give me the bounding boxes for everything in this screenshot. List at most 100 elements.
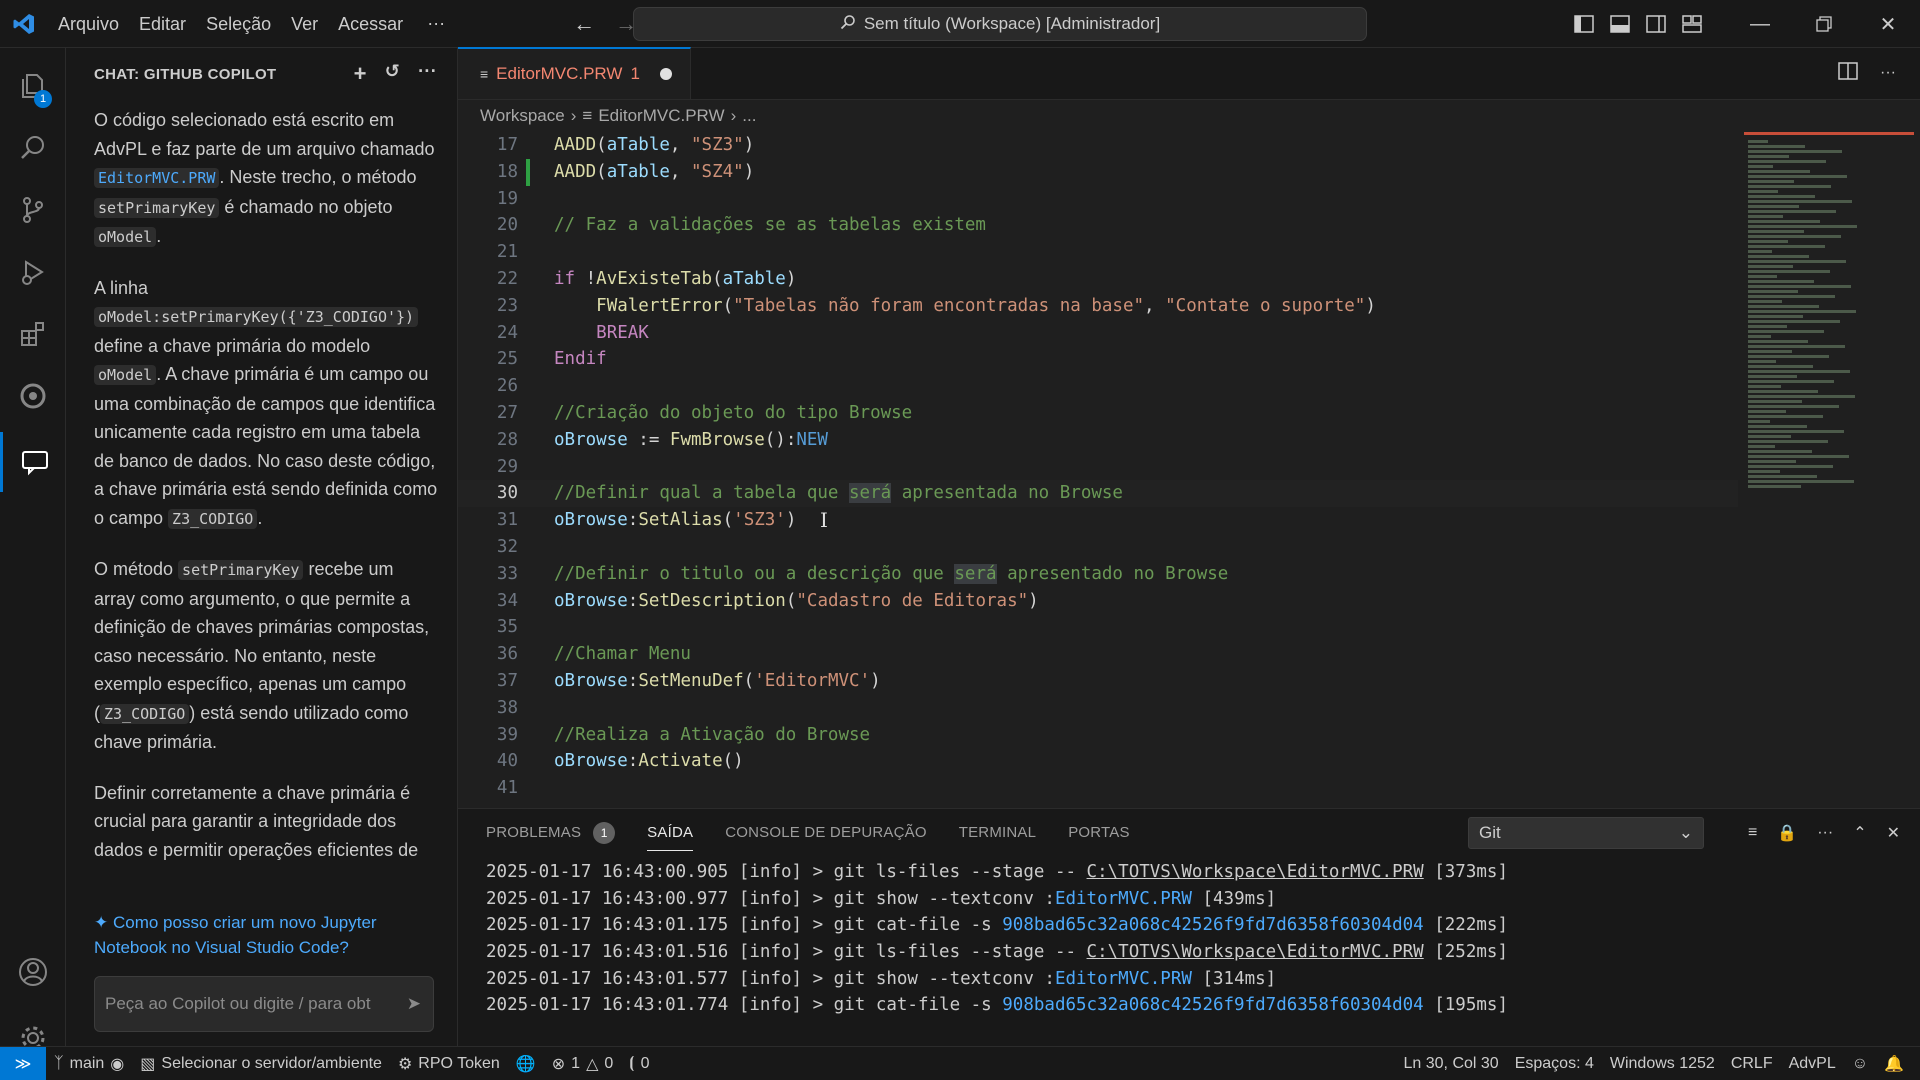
close-window-icon[interactable]: ✕ [1856,0,1920,48]
code-line[interactable]: 34 oBrowse:SetDescription("Cadastro de Ed… [458,588,1738,615]
notifications-icon[interactable]: 🔔 [1876,1054,1920,1074]
account-icon[interactable] [0,942,66,1002]
code-line[interactable]: 36 //Chamar Menu [458,641,1738,668]
tab-ports[interactable]: PORTAS [1068,809,1130,857]
split-editor-icon[interactable] [1838,61,1858,85]
breadcrumb-file[interactable]: EditorMVC.PRW [598,106,724,126]
menu-acessar[interactable]: Acessar [328,0,413,48]
command-center[interactable]: Sem título (Workspace) [Administrador] [633,7,1367,41]
code-line[interactable]: 23 FWalertError("Tabelas não foram encon… [458,293,1738,320]
tab-debug-console[interactable]: CONSOLE DE DEPURAÇÃO [725,809,927,857]
minimap-line [1748,355,1829,358]
extensions-icon[interactable] [0,304,66,364]
breadcrumb-workspace[interactable]: Workspace [480,106,565,126]
menu-editar[interactable]: Editar [129,0,196,48]
breadcrumb-symbol[interactable]: ... [742,106,756,126]
file-reference[interactable]: EditorMVC.PRW [94,168,220,188]
indentation[interactable]: Espaços: 4 [1507,1055,1602,1073]
cursor-position[interactable]: Ln 30, Col 30 [1396,1055,1507,1073]
copilot-icon[interactable]: ☺ [1844,1055,1876,1073]
send-icon[interactable]: ➤ [407,994,433,1014]
totvs-icon[interactable] [0,366,66,426]
toggle-primary-sidebar-icon[interactable] [1566,0,1602,48]
code-line[interactable]: 38 [458,695,1738,722]
output-link[interactable]: 908bad65c32a068c42526f9fd7d6358f60304d04 [1002,995,1423,1015]
menu-arquivo[interactable]: Arquivo [48,0,129,48]
panel-more-icon[interactable]: ··· [1817,824,1833,842]
line-ending[interactable]: CRLF [1723,1055,1781,1073]
chat-input[interactable]: Peça ao Copilot ou digite / para obt ➤ [94,976,434,1032]
output-link[interactable]: 908bad65c32a068c42526f9fd7d6358f60304d04 [1002,915,1423,935]
title-bar: Arquivo Editar Seleção Ver Acessar ··· ←… [0,0,1920,48]
back-arrow-icon[interactable]: ← [563,11,605,37]
problems-status[interactable]: ⊗ 1 △ 0 [544,1054,622,1074]
editor-more-icon[interactable]: ··· [1880,64,1896,82]
minimize-icon[interactable]: — [1728,0,1792,48]
output-path-link[interactable]: C:\TOTVS\Workspace\EditorMVC.PRW [1087,942,1424,962]
code-line[interactable]: 26 [458,373,1738,400]
code-line[interactable]: 40 oBrowse:Activate() [458,748,1738,775]
code-line[interactable]: 29 [458,454,1738,481]
menu-ver[interactable]: Ver [281,0,328,48]
maximize-panel-icon[interactable]: ⌃ [1853,823,1866,843]
unsaved-dot-icon[interactable] [659,68,672,80]
code-line[interactable]: 22 if !AvExisteTab(aTable) [458,266,1738,293]
menu-more-icon[interactable]: ··· [413,13,459,34]
code-line[interactable]: 24 BREAK [458,320,1738,347]
code-line[interactable]: 33 //Definir o titulo ou a descrição que … [458,561,1738,588]
output-link[interactable]: EditorMVC.PRW [1055,969,1192,989]
code-line[interactable]: 37 oBrowse:SetMenuDef('EditorMVC') [458,668,1738,695]
globe-icon[interactable]: 🌐 [508,1054,544,1074]
more-actions-icon[interactable]: ··· [418,61,437,87]
follow-up-suggestion[interactable]: ✦ Como posso criar um novo Jupyter Noteb… [94,910,434,960]
language-mode[interactable]: AdvPL [1781,1055,1844,1073]
explorer-icon[interactable]: 1 [0,56,66,116]
tab-problems[interactable]: PROBLEMAS 1 [486,809,616,857]
minimap[interactable] [1744,132,1914,808]
output-link[interactable]: EditorMVC.PRW [1055,889,1192,909]
code-line[interactable]: 35 [458,614,1738,641]
run-debug-icon[interactable] [0,242,66,302]
search-icon[interactable] [0,118,66,178]
source-control-icon[interactable] [0,180,66,240]
tab-terminal[interactable]: TERMINAL [959,809,1036,857]
new-chat-icon[interactable]: + [354,61,367,87]
ports-status[interactable]: ⦗ 0 [621,1055,657,1073]
minimap-line [1748,150,1842,153]
remote-icon[interactable]: ≫ [0,1046,46,1080]
toggle-secondary-sidebar-icon[interactable] [1638,0,1674,48]
code-line[interactable]: 31 oBrowse:SetAlias('SZ3') [458,507,1738,534]
code-line[interactable]: 28 oBrowse := FwmBrowse():NEW [458,427,1738,454]
tab-editormvc[interactable]: ≡ EditorMVC.PRW 1 [458,47,691,99]
tab-output[interactable]: SAÍDA [647,809,694,857]
encoding[interactable]: Windows 1252 [1602,1055,1723,1073]
code-line[interactable]: 41 [458,775,1738,802]
output-channel-select[interactable]: Git ⌄ [1468,817,1704,849]
minimap-line [1748,185,1831,188]
code-line[interactable]: 32 [458,534,1738,561]
menu-selecao[interactable]: Seleção [196,0,281,48]
chat-icon[interactable] [0,432,66,492]
branch-status[interactable]: ᛉ main ◉ [46,1054,132,1074]
output-path-link[interactable]: C:\TOTVS\Workspace\EditorMVC.PRW [1087,862,1424,882]
lock-icon[interactable]: 🔒 [1777,823,1797,843]
code-line[interactable]: 39 //Realiza a Ativação do Browse [458,722,1738,749]
server-status[interactable]: ▧ Selecionar o servidor/ambiente [132,1054,390,1074]
customize-layout-icon[interactable] [1674,0,1710,48]
close-panel-icon[interactable]: ✕ [1887,823,1900,843]
code-line[interactable]: 18 AADD(aTable, "SZ4") [458,159,1738,186]
code-line[interactable]: 17 AADD(aTable, "SZ3") [458,132,1738,159]
code-line[interactable]: 27 //Criação do objeto do tipo Browse [458,400,1738,427]
clear-output-icon[interactable]: ≡ [1748,824,1757,842]
code-line[interactable]: 21 [458,239,1738,266]
history-icon[interactable]: ↺ [385,61,400,87]
code-line[interactable]: 20 // Faz a validações se as tabelas exis… [458,212,1738,239]
code-line[interactable]: 30 //Definir qual a tabela que será apres… [458,480,1738,508]
toggle-panel-icon[interactable] [1602,0,1638,48]
code-editor[interactable]: 17 AADD(aTable, "SZ3") 18 AADD(aTable, "SZ4… [458,132,1738,808]
restore-icon[interactable] [1792,0,1856,48]
rpo-token-status[interactable]: ⚙ RPO Token [390,1054,508,1074]
code-line[interactable]: 19 [458,186,1738,213]
minimap-line [1748,305,1819,308]
code-line[interactable]: 25 Endif [458,346,1738,373]
